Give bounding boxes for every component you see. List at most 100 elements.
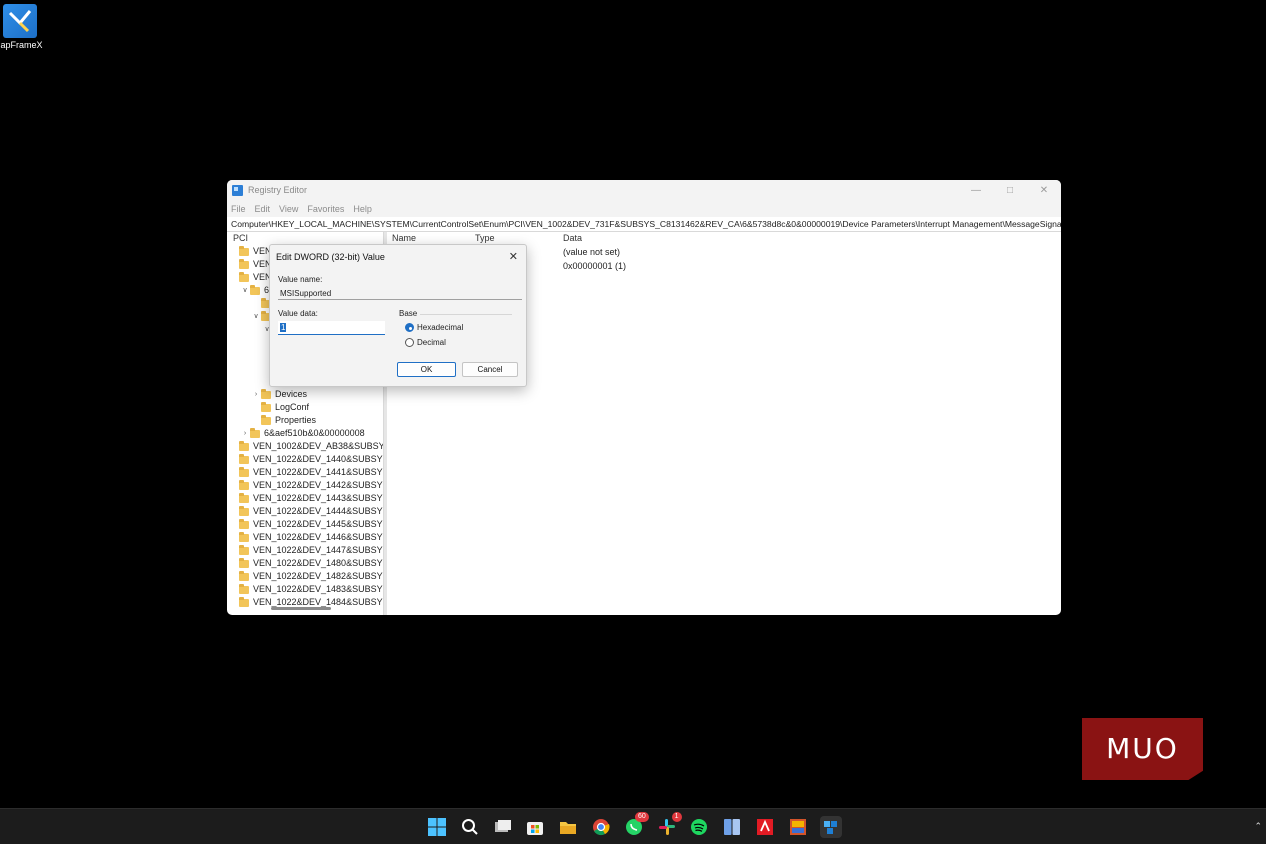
tree-item-label: VEN_1022&DEV_1483&SUBSYS_': [253, 584, 384, 594]
tree-item-label: VEN_1002&DEV_AB38&SUBSYS_: [253, 441, 384, 451]
folder-icon: [239, 440, 249, 451]
title-bar: Registry Editor — □ ✕: [227, 180, 1061, 200]
spotify-icon[interactable]: [688, 816, 710, 838]
chevron-down-icon[interactable]: ∨: [240, 284, 250, 297]
tree-item-label: Devices: [275, 389, 308, 399]
app-icon[interactable]: [721, 816, 743, 838]
tree-item[interactable]: VEN_1022&DEV_1446&SUBSYS_(: [227, 531, 383, 544]
close-icon[interactable]: ✕: [509, 250, 518, 263]
tree-item[interactable]: VEN_1022&DEV_1441&SUBSYS_(: [227, 466, 383, 479]
menu-help[interactable]: Help: [353, 204, 372, 214]
tree-item[interactable]: › 6&aef510b&0&00000008: [227, 427, 383, 440]
regedit-icon: [232, 184, 243, 196]
whatsapp-icon[interactable]: 60: [623, 812, 649, 838]
tree-item-label: VEN_1022&DEV_1447&SUBSYS_(: [253, 545, 384, 555]
tree-item-label: VEN_1022&DEV_1444&SUBSYS_(: [253, 506, 384, 516]
tree-item[interactable]: › Devices: [227, 388, 383, 401]
hexadecimal-radio[interactable]: Hexadecimal: [405, 323, 463, 332]
regedit-icon[interactable]: [819, 816, 842, 838]
menu-view[interactable]: View: [279, 204, 298, 214]
tree-item[interactable]: VEN_1022&DEV_1440&SUBSYS_(: [227, 453, 383, 466]
folder-icon: [239, 271, 249, 282]
decimal-radio[interactable]: Decimal: [405, 338, 446, 347]
tree-item[interactable]: VEN_1002&DEV_AB38&SUBSYS_: [227, 440, 383, 453]
tree-item-label: VEN_1022&DEV_1440&SUBSYS_(: [253, 454, 384, 464]
tree-item-label: VEN_1022&DEV_1480&SUBSYS_': [253, 558, 384, 568]
task-view-icon[interactable]: [492, 816, 514, 838]
ok-button[interactable]: OK: [397, 362, 456, 377]
slack-badge: 1: [671, 812, 682, 822]
whatsapp-badge: 60: [634, 812, 649, 822]
folder-icon: [239, 466, 249, 477]
tree-item[interactable]: Properties: [227, 414, 383, 427]
radio-unselected-icon: [405, 338, 414, 347]
tree-item-label: VEN_1022&DEV_1482&SUBSYS_(: [253, 571, 384, 581]
store-icon[interactable]: [524, 816, 546, 838]
tree-item[interactable]: VEN_1022&DEV_1483&SUBSYS_': [227, 583, 383, 596]
edit-dword-dialog: Edit DWORD (32-bit) Value ✕ Value name: …: [269, 244, 527, 387]
tree-item[interactable]: VEN_1022&DEV_1444&SUBSYS_(: [227, 505, 383, 518]
tree-item-label: VEN_1022&DEV_1441&SUBSYS_(: [253, 467, 384, 477]
tree-item[interactable]: VEN_1022&DEV_1480&SUBSYS_': [227, 557, 383, 570]
tree-item[interactable]: LogConf: [227, 401, 383, 414]
column-data-header[interactable]: Data: [563, 232, 1061, 245]
amd-icon[interactable]: [754, 816, 776, 838]
cancel-button[interactable]: Cancel: [462, 362, 518, 377]
row-data: 0x00000001 (1): [563, 261, 627, 271]
tree-item-label: VEN_1022&DEV_1442&SUBSYS_(: [253, 480, 384, 490]
folder-icon: [239, 258, 249, 269]
chevron-right-icon[interactable]: ›: [240, 427, 250, 440]
menu-bar: File Edit View Favorites Help: [227, 200, 1061, 217]
folder-icon: [261, 401, 271, 412]
folder-icon: [239, 479, 249, 490]
decimal-label: Decimal: [417, 338, 446, 347]
row-data: (value not set): [563, 247, 621, 257]
value-data-input[interactable]: 1: [278, 321, 385, 335]
tree-item-label: 6&aef510b&0&00000008: [264, 428, 365, 438]
app-icon[interactable]: [787, 816, 809, 838]
radio-selected-icon: [405, 323, 414, 332]
search-icon[interactable]: [459, 816, 481, 838]
chevron-down-icon[interactable]: ∨: [251, 310, 261, 323]
address-bar[interactable]: Computer\HKEY_LOCAL_MACHINE\SYSTEM\Curre…: [227, 217, 1061, 232]
tree-item[interactable]: VEN_1022&DEV_1443&SUBSYS_(: [227, 492, 383, 505]
minimize-icon[interactable]: —: [959, 185, 993, 196]
menu-file[interactable]: File: [231, 204, 246, 214]
folder-icon: [239, 492, 249, 503]
chevron-right-icon[interactable]: ›: [251, 388, 261, 401]
tree-item[interactable]: VEN_1022&DEV_1482&SUBSYS_(: [227, 570, 383, 583]
folder-icon: [239, 453, 249, 464]
folder-icon: [239, 596, 249, 607]
tree-item[interactable]: VEN_1022&DEV_1442&SUBSYS_(: [227, 479, 383, 492]
desktop-icon-label: CapFrameX: [0, 40, 43, 50]
close-icon[interactable]: ✕: [1027, 185, 1061, 196]
folder-icon: [239, 583, 249, 594]
value-data-text: 1: [280, 323, 287, 332]
maximize-icon[interactable]: □: [993, 185, 1027, 196]
windows-start-icon[interactable]: [426, 816, 448, 838]
tree-item-label: LogConf: [275, 402, 310, 412]
value-name-label: Value name:: [278, 275, 323, 284]
taskbar: 60 1 ⌃: [0, 808, 1266, 844]
chevron-up-icon[interactable]: ⌃: [1254, 821, 1262, 832]
folder-icon: [239, 518, 249, 529]
tree-item[interactable]: VEN_1022&DEV_1447&SUBSYS_(: [227, 544, 383, 557]
tree-horizontal-scrollbar[interactable]: [271, 607, 331, 610]
folder-icon: [239, 544, 249, 555]
menu-favorites[interactable]: Favorites: [307, 204, 344, 214]
chrome-icon[interactable]: [590, 816, 612, 838]
tree-item[interactable]: VEN_1022&DEV_1445&SUBSYS_(: [227, 518, 383, 531]
desktop-icon-capframex[interactable]: CapFrameX: [0, 4, 43, 50]
tree-item-label: VEN_1022&DEV_1446&SUBSYS_(: [253, 532, 384, 542]
tree-item-label: VEN_1022&DEV_1443&SUBSYS_(: [253, 493, 384, 503]
folder-icon: [261, 388, 271, 399]
file-explorer-icon[interactable]: [557, 816, 579, 838]
hexadecimal-label: Hexadecimal: [417, 323, 464, 332]
folder-icon: [239, 557, 249, 568]
folder-icon: [250, 427, 260, 438]
tree-item-label: VEN_1022&DEV_1445&SUBSYS_(: [253, 519, 384, 529]
menu-edit[interactable]: Edit: [255, 204, 271, 214]
dialog-title: Edit DWORD (32-bit) Value: [276, 252, 385, 262]
slack-icon[interactable]: 1: [656, 812, 682, 838]
value-data-label: Value data:: [278, 309, 318, 318]
